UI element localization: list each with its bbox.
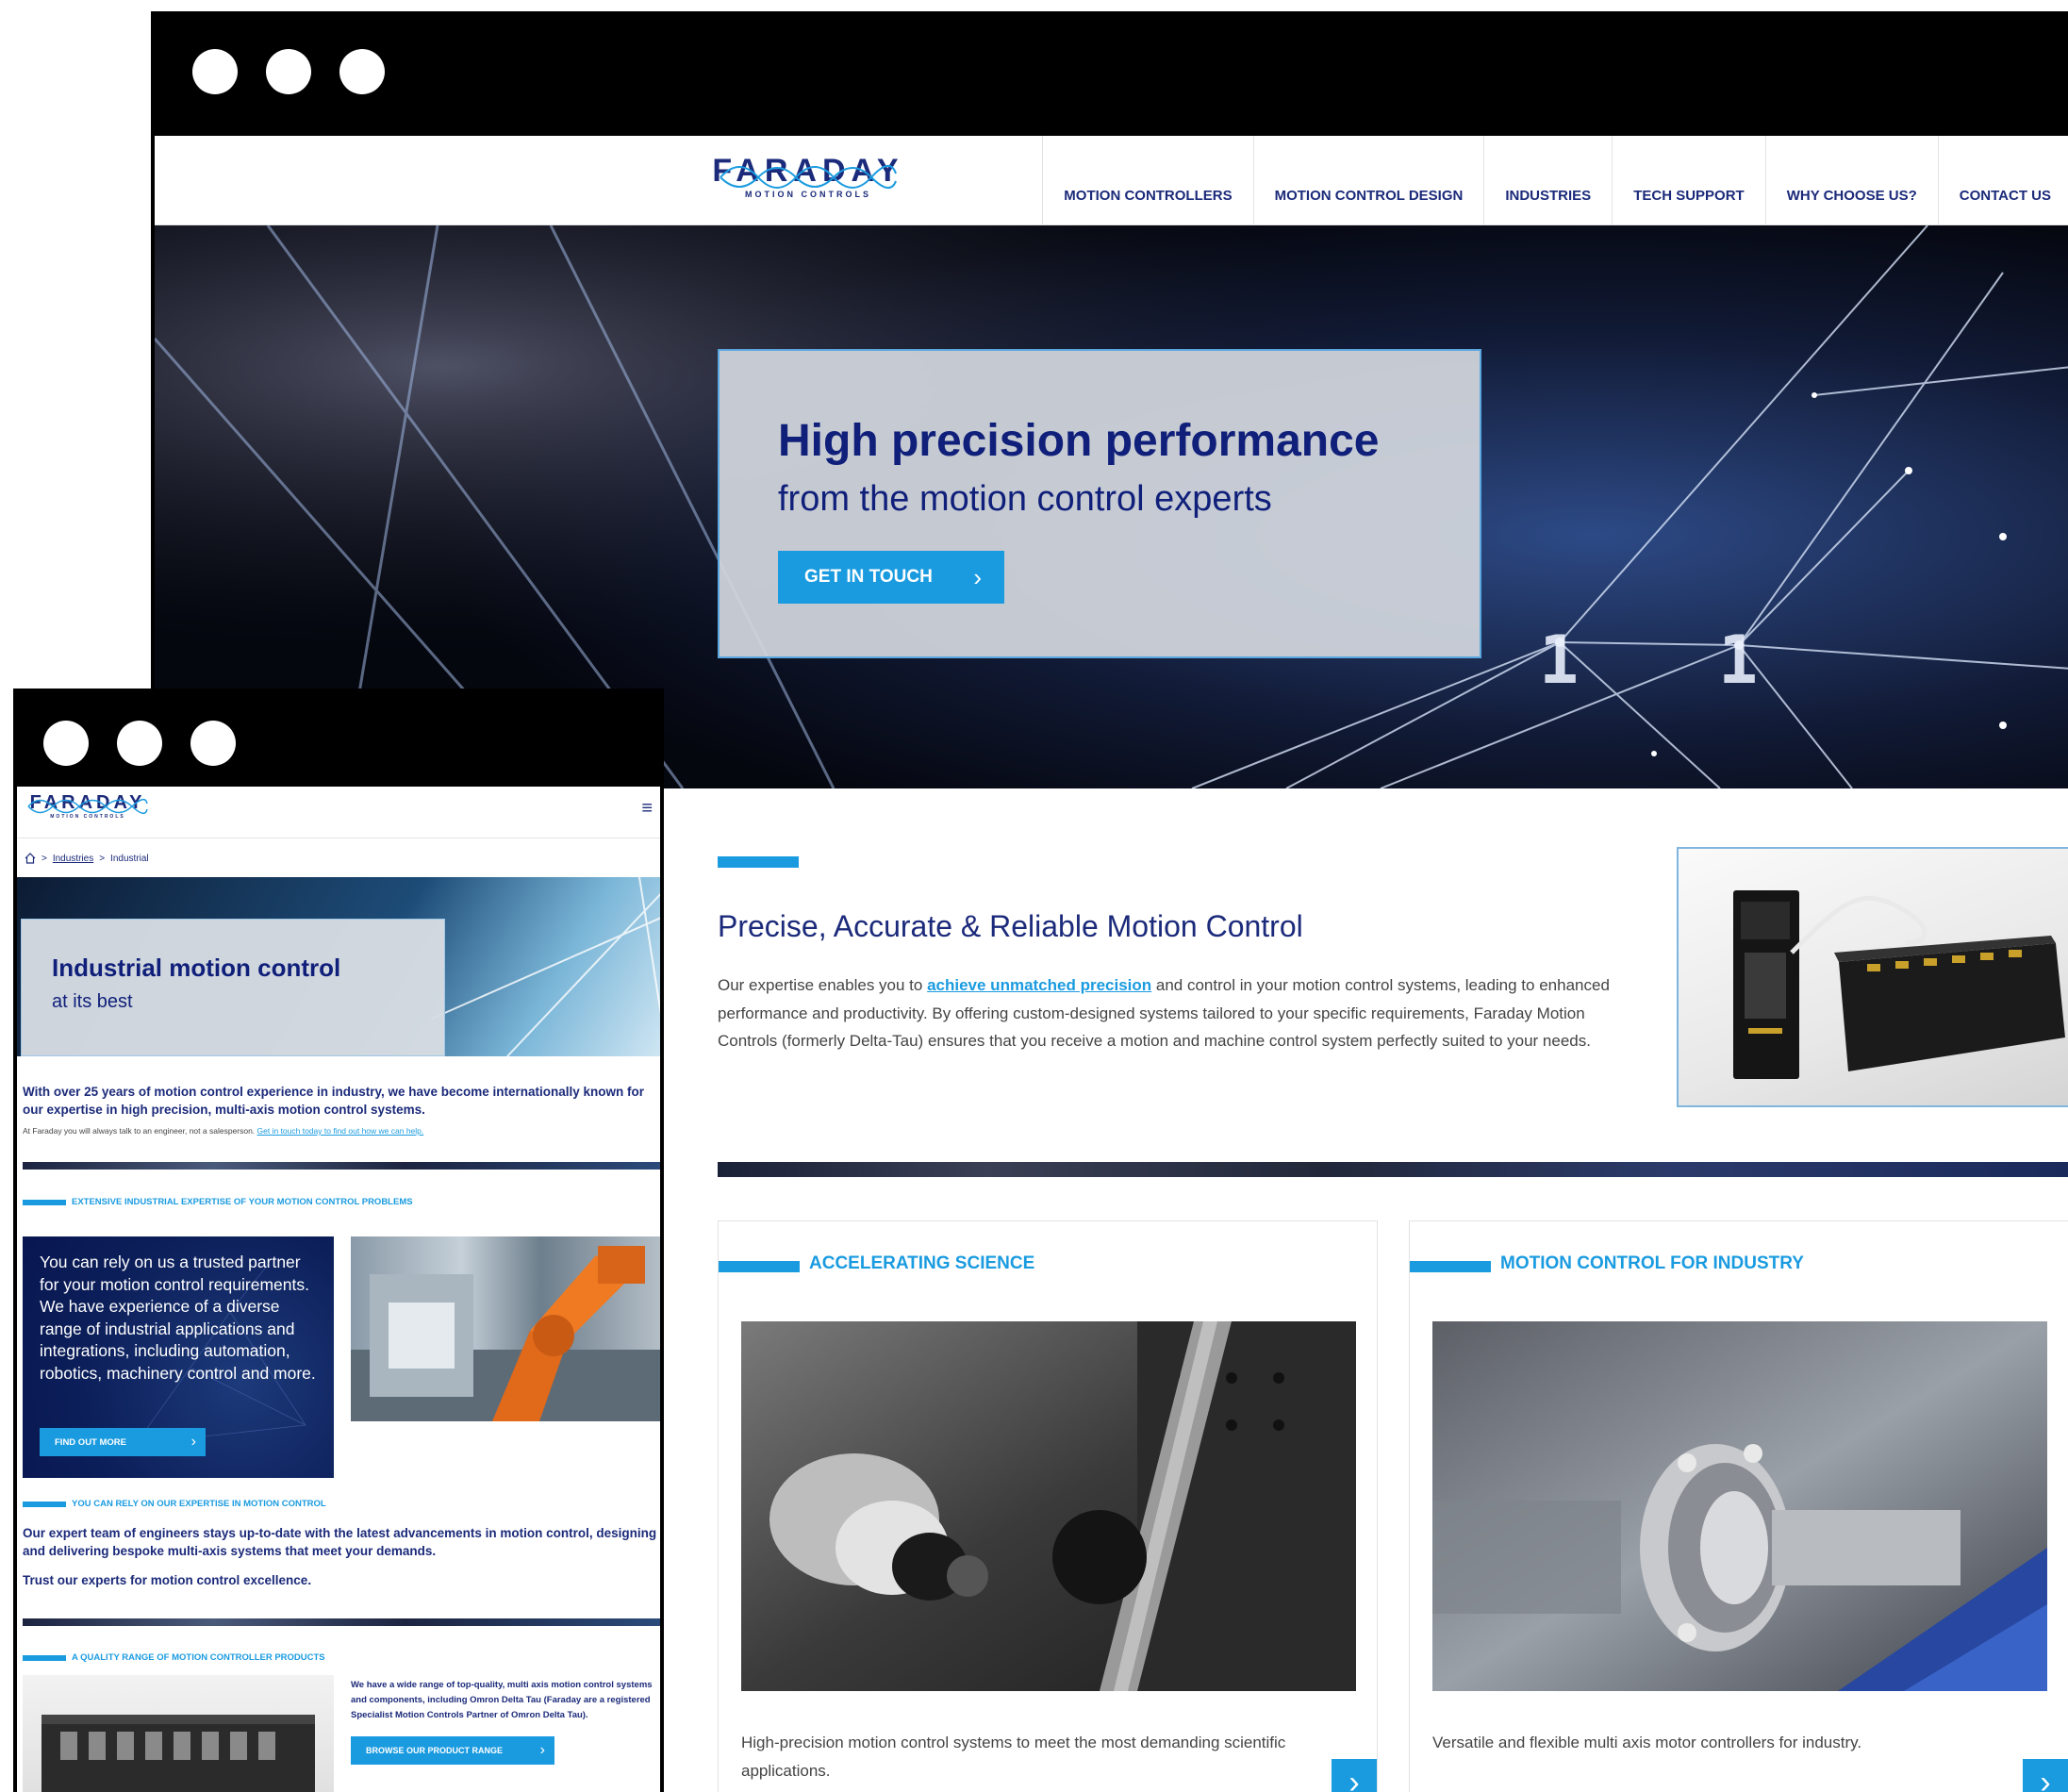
card-title: ACCELERATING SCIENCE [809,1253,1035,1273]
logo-wave-icon [720,165,897,189]
nav-item-industries[interactable]: INDUSTRIES [1483,136,1612,224]
card-description: High-precision motion control systems to… [741,1734,1286,1780]
section-heading-label: YOU CAN RELY ON OUR EXPERTISE IN MOTION … [72,1499,326,1509]
browse-product-range-label: BROWSE OUR PRODUCT RANGE [366,1746,504,1755]
breadcrumb-current: Industrial [110,853,149,864]
chevron-right-icon: › [2040,1764,2051,1792]
hero-title: High precision performance [778,416,1380,466]
window-control-dot-1[interactable] [43,721,89,766]
card-description: Versatile and flexible multi axis motor … [1432,1734,1862,1751]
chevron-right-icon: › [539,1742,545,1758]
chevron-right-icon: › [1348,1764,1360,1792]
section-heading-label: EXTENSIVE INDUSTRIAL EXPERTISE OF YOUR M… [72,1197,413,1207]
industrial-robot-image [351,1236,660,1421]
mobile-browser-window: FARADAY MOTION CONTROLS ≡ > Industries >… [13,689,664,1792]
mobile-hero: Industrial motion control at its best [17,877,660,1056]
chevron-right-icon: › [973,562,982,591]
window-control-dot-1[interactable] [192,49,238,94]
mobile-section-heading: YOU CAN RELY ON OUR EXPERTISE IN MOTION … [23,1499,326,1509]
industry-equipment-image [1432,1321,2047,1691]
mobile-intro-subtext: At Faraday you will always talk to an en… [23,1126,660,1136]
accent-bar [718,856,799,868]
mobile-partner-text: You can rely on us a trusted partner for… [40,1253,316,1383]
accent-bar [719,1261,800,1272]
breadcrumb-industries[interactable]: Industries [53,854,93,864]
breadcrumb-separator: > [41,853,47,864]
nav-item-contact-us[interactable]: CONTACT US [1937,136,2068,224]
home-icon[interactable] [25,853,36,864]
faraday-logo[interactable]: FARADAY MOTION CONTROLS [712,153,898,199]
window-control-dot-2[interactable] [266,49,311,94]
accent-bar [23,1654,66,1661]
controller-rack-image [23,1675,334,1792]
find-out-more-label: FIND OUT MORE [55,1436,126,1448]
faraday-logo[interactable]: FARADAY MOTION CONTROLS [26,792,149,820]
desktop-window-titlebar [155,11,2068,136]
controller-product-image [1677,847,2068,1107]
card-accelerating-science[interactable]: ACCELERATING SCIENCE High-precision moti… [718,1220,1378,1792]
find-out-more-button[interactable]: FIND OUT MORE › [40,1428,206,1456]
card-title: MOTION CONTROL FOR INDUSTRY [1500,1253,1804,1273]
breadcrumb-separator: > [99,853,106,864]
hero-subtitle: from the motion control experts [778,479,1272,519]
section-divider [23,1618,660,1626]
card-motion-control-industry[interactable]: MOTION CONTROL FOR INDUSTRY Versatile an… [1409,1220,2068,1792]
section-divider [23,1162,660,1170]
mobile-intro-subtext-body: At Faraday you will always talk to an en… [23,1126,257,1136]
product-range-text: We have a wide range of top-quality, mul… [351,1680,653,1720]
science-equipment-image [741,1321,1356,1691]
nav-item-motion-control-design[interactable]: MOTION CONTROL DESIGN [1252,136,1484,224]
svg-text:1: 1 [1718,622,1758,699]
card-arrow-button[interactable]: › [2023,1759,2068,1792]
get-in-touch-link[interactable]: Get in touch today to find out how we ca… [257,1126,424,1136]
expertise-tagline: Trust our experts for motion control exc… [23,1573,312,1587]
window-control-dot-3[interactable] [339,49,385,94]
breadcrumb: > Industries > Industrial [25,853,149,864]
intro-heading: Precise, Accurate & Reliable Motion Cont… [718,909,1303,943]
accent-bar [23,1199,66,1205]
nav-item-motion-controllers[interactable]: MOTION CONTROLLERS [1042,136,1252,224]
mobile-header: FARADAY MOTION CONTROLS ≡ [17,787,660,838]
section-divider [718,1162,2068,1177]
window-control-dot-2[interactable] [117,721,162,766]
browse-product-range-button[interactable]: BROWSE OUR PRODUCT RANGE › [351,1736,554,1765]
logo-wave-icon [27,798,148,815]
mobile-hero-subtitle: at its best [52,991,133,1012]
chevron-right-icon: › [190,1434,196,1450]
card-arrow-button[interactable]: › [1332,1759,1377,1792]
expertise-text: Our expert team of engineers stays up-to… [23,1526,657,1558]
mobile-partner-box: You can rely on us a trusted partner for… [23,1236,334,1478]
svg-text:1: 1 [1539,622,1579,699]
accent-bar [23,1501,66,1507]
mobile-section-heading: A QUALITY RANGE OF MOTION CONTROLLER PRO… [23,1652,325,1663]
window-control-dot-3[interactable] [190,721,236,766]
mobile-hero-title: Industrial motion control [52,954,341,982]
site-header: FARADAY MOTION CONTROLS MOTION CONTROLLE… [155,136,2068,225]
nav-item-why-choose-us[interactable]: WHY CHOOSE US? [1764,136,1938,224]
intro-text-before: Our expertise enables you to [718,976,928,994]
hamburger-menu-icon[interactable]: ≡ [641,798,653,820]
mobile-section-heading: EXTENSIVE INDUSTRIAL EXPERTISE OF YOUR M… [23,1197,413,1207]
get-in-touch-label: GET IN TOUCH [804,567,933,587]
main-nav: MOTION CONTROLLERS MOTION CONTROL DESIGN… [1042,136,2068,224]
get-in-touch-button[interactable]: GET IN TOUCH › [778,551,1004,604]
section-heading-label: A QUALITY RANGE OF MOTION CONTROLLER PRO… [72,1652,325,1663]
intro-paragraph: Our expertise enables you to achieve unm… [718,971,1623,1055]
mobile-hero-callout: Industrial motion control at its best [21,919,445,1056]
hero-callout: High precision performance from the moti… [718,349,1481,658]
accent-bar [1410,1261,1491,1272]
achieve-precision-link[interactable]: achieve unmatched precision [927,976,1151,994]
mobile-window-titlebar [17,692,660,787]
mobile-intro-text: With over 25 years of motion control exp… [23,1085,645,1117]
nav-item-tech-support[interactable]: TECH SUPPORT [1612,136,1765,224]
